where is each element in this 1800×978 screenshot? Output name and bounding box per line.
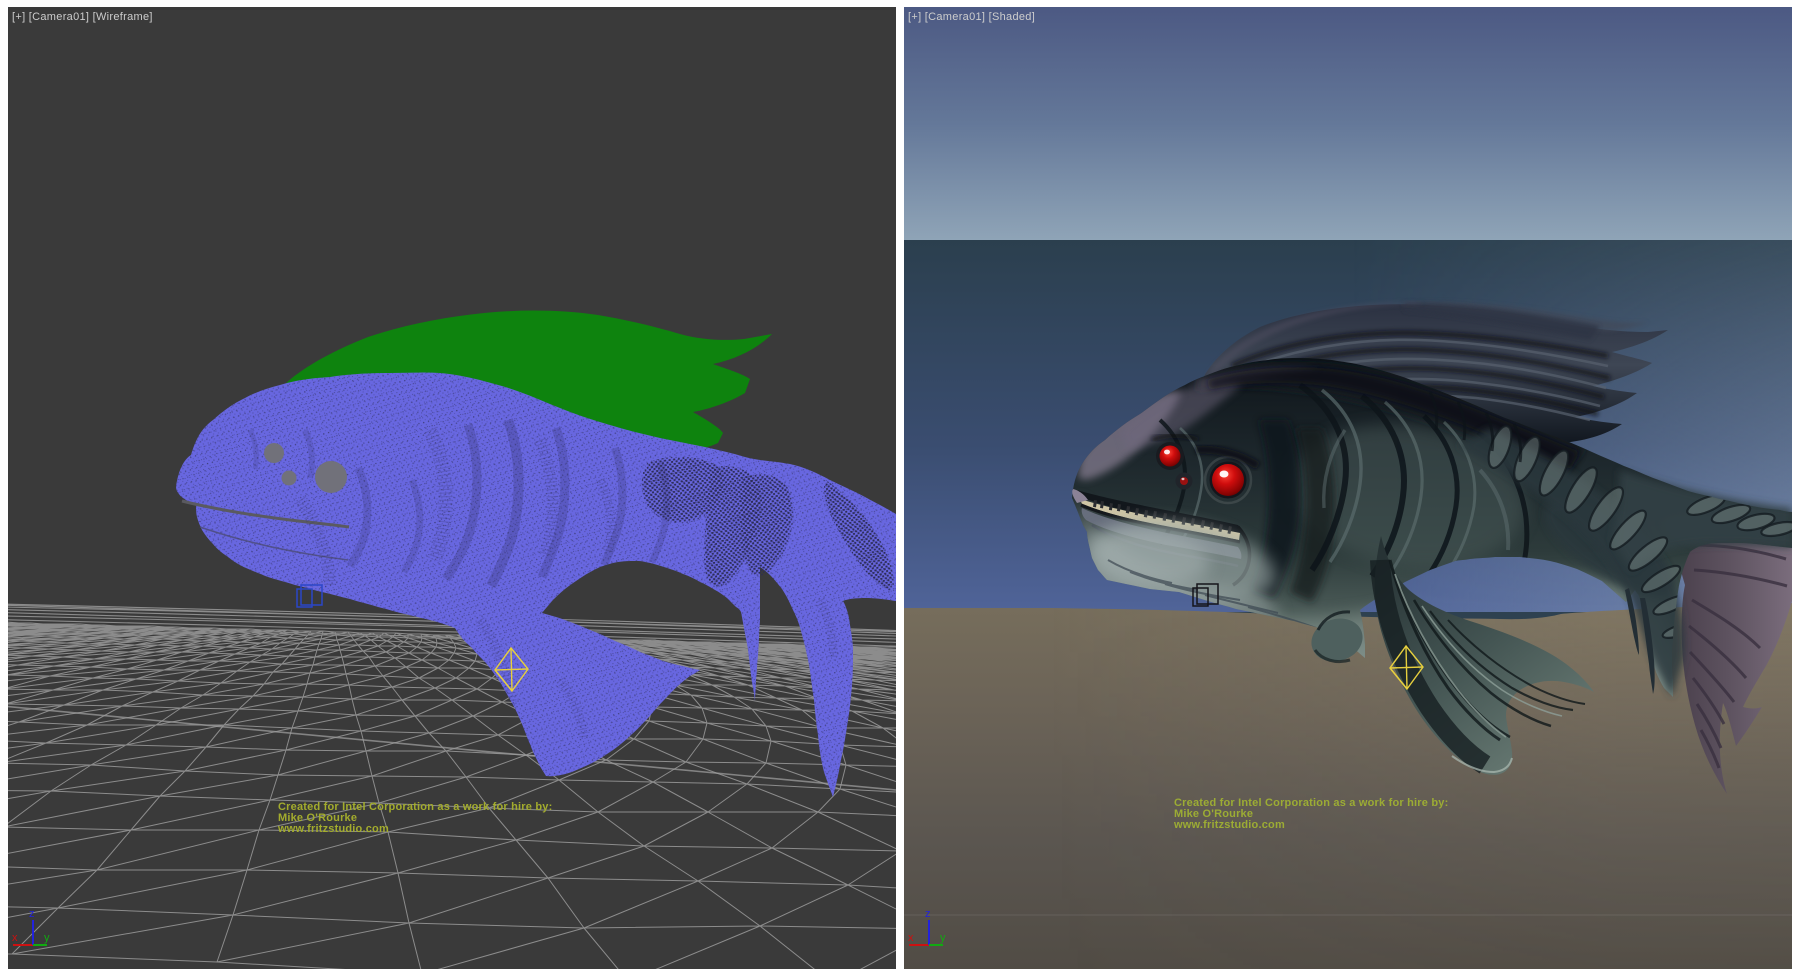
svg-text:www.fritzstudio.com: www.fritzstudio.com [1173, 819, 1285, 831]
svg-text:z: z [29, 908, 35, 920]
svg-text:y: y [44, 932, 50, 944]
svg-text:www.fritzstudio.com: www.fritzstudio.com [277, 823, 389, 835]
svg-text:z: z [925, 908, 931, 920]
svg-text:y: y [940, 932, 946, 944]
svg-text:x: x [908, 932, 914, 944]
svg-text:x: x [12, 932, 18, 944]
